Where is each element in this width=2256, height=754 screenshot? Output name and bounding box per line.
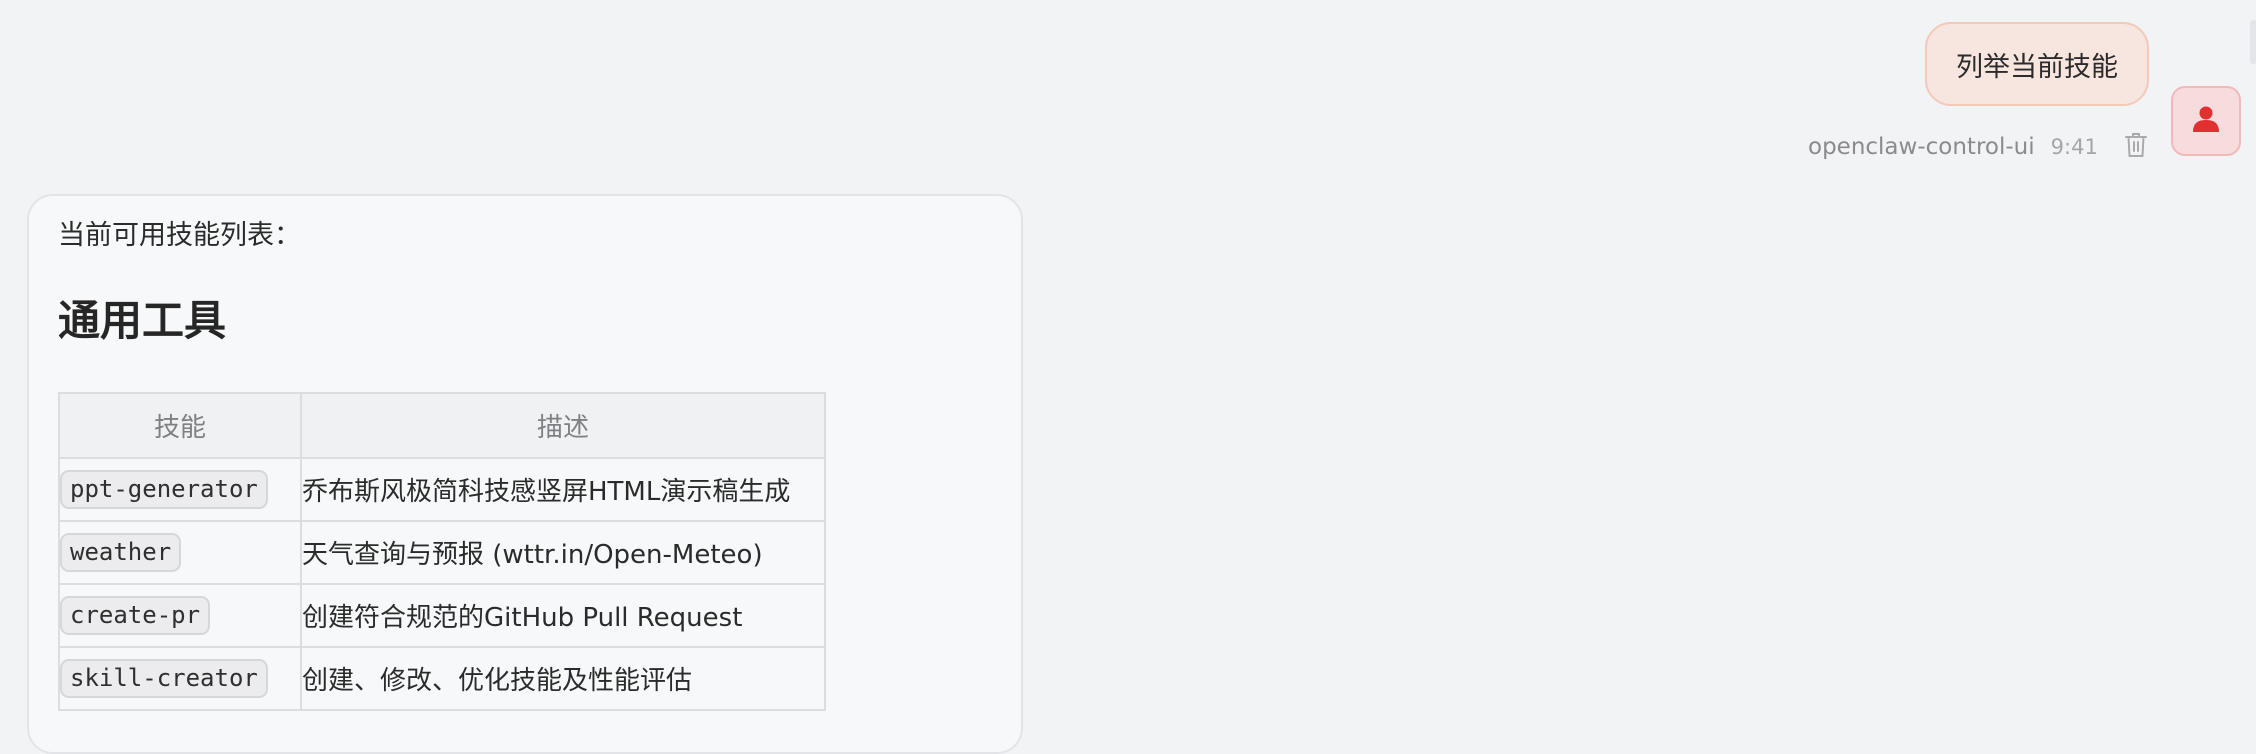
user-message-text: 列举当前技能	[1956, 51, 2118, 83]
table-cell-description: 创建、修改、优化技能及性能评估	[300, 646, 826, 711]
message-sender: openclaw-control-ui	[1808, 134, 2035, 160]
table-cell-skill: ppt-generator	[58, 457, 302, 522]
table-row: weather 天气查询与预报 (wttr.in/Open-Meteo)	[58, 520, 826, 585]
table-header-skill: 技能	[58, 392, 302, 459]
table-row: skill-creator 创建、修改、优化技能及性能评估	[58, 646, 826, 711]
table-cell-description: 天气查询与预报 (wttr.in/Open-Meteo)	[300, 520, 826, 585]
table-cell-description: 创建符合规范的GitHub Pull Request	[300, 583, 826, 648]
table-header-row: 技能 描述	[58, 392, 826, 459]
skill-name-code: weather	[60, 533, 182, 572]
assistant-message-card: 当前可用技能列表： 通用工具 技能 描述 ppt-generator 乔布斯风极…	[27, 194, 1023, 754]
user-avatar	[2171, 86, 2241, 156]
table-cell-description: 乔布斯风极简科技感竖屏HTML演示稿生成	[300, 457, 826, 522]
table-cell-skill: skill-creator	[58, 646, 302, 711]
message-meta: openclaw-control-ui 9:41	[1808, 128, 2152, 166]
skill-name-code: ppt-generator	[60, 470, 268, 509]
delete-message-button[interactable]	[2120, 130, 2152, 164]
table-row: ppt-generator 乔布斯风极简科技感竖屏HTML演示稿生成	[58, 457, 826, 522]
trash-icon	[2124, 132, 2147, 162]
section-heading: 通用工具	[58, 296, 227, 345]
skill-name-code: create-pr	[60, 596, 211, 635]
message-time: 9:41	[2050, 135, 2098, 159]
table-cell-skill: create-pr	[58, 583, 302, 648]
assistant-intro-text: 当前可用技能列表：	[58, 220, 301, 251]
user-icon	[2193, 105, 2219, 137]
scrollbar-sliver[interactable]	[2250, 20, 2256, 64]
table-header-description: 描述	[300, 392, 826, 459]
skills-table: 技能 描述 ppt-generator 乔布斯风极简科技感竖屏HTML演示稿生成…	[58, 392, 826, 711]
user-message-bubble: 列举当前技能	[1925, 22, 2149, 106]
skill-name-code: skill-creator	[60, 659, 268, 698]
table-cell-skill: weather	[58, 520, 302, 585]
table-row: create-pr 创建符合规范的GitHub Pull Request	[58, 583, 826, 648]
